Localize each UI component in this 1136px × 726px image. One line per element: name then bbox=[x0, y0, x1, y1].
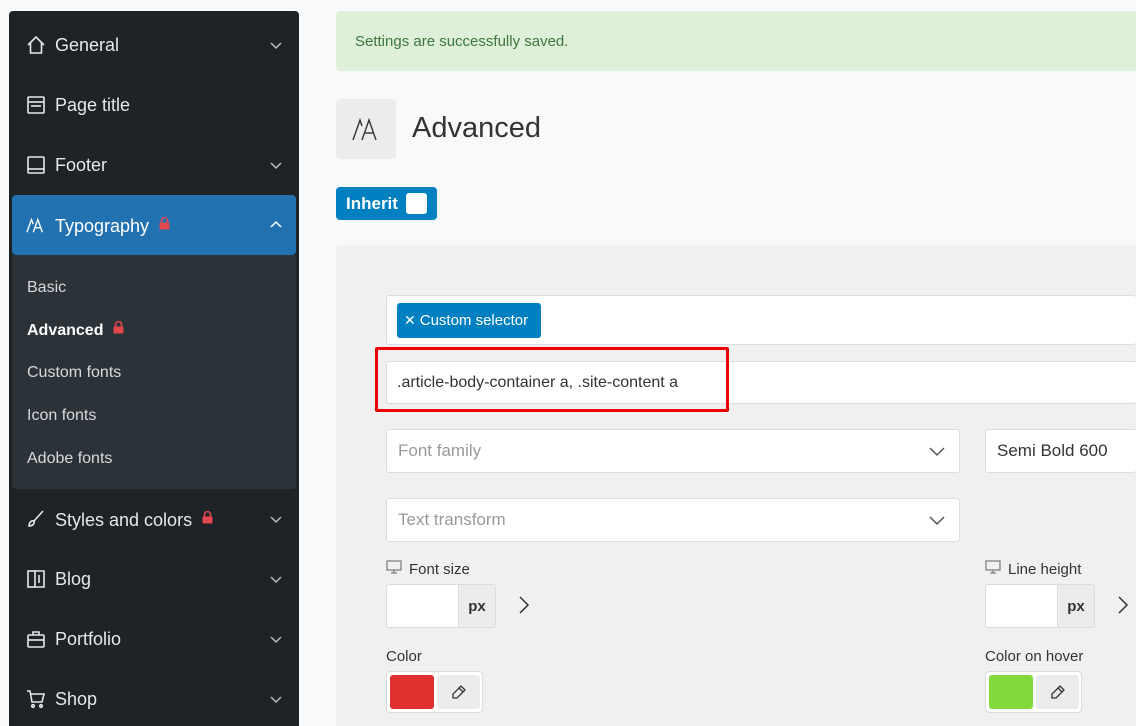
eyedropper-icon[interactable] bbox=[1036, 675, 1079, 709]
page-title-icon bbox=[26, 95, 46, 115]
text-transform-select[interactable]: Text transform bbox=[386, 498, 960, 542]
color-hover-label: Color on hover bbox=[985, 648, 1084, 665]
sidebar-item-general[interactable]: General bbox=[9, 15, 299, 75]
line-height-unit[interactable]: px bbox=[1058, 584, 1095, 628]
chevron-down-icon bbox=[929, 516, 945, 526]
custom-selector-input[interactable]: .article-body-container a, .site-content… bbox=[386, 361, 1136, 404]
font-weight-value: Semi Bold 600 bbox=[997, 441, 1108, 460]
monitor-icon bbox=[386, 560, 402, 578]
success-notice: Settings are successfully saved. bbox=[336, 11, 1136, 71]
chevron-down-icon bbox=[270, 576, 282, 584]
inherit-label: Inherit bbox=[346, 193, 398, 213]
sidebar-item-label: Blog bbox=[55, 568, 92, 589]
chevron-down-icon bbox=[270, 636, 282, 644]
selector-tags-field[interactable]: ✕ Custom selector bbox=[386, 295, 1136, 345]
lock-icon bbox=[159, 214, 170, 235]
chevron-down-icon bbox=[929, 447, 945, 457]
lock-icon bbox=[202, 508, 213, 529]
remove-tag-icon[interactable]: ✕ bbox=[404, 312, 416, 329]
sidebar-item-label: Footer bbox=[55, 154, 108, 175]
line-height-label-text: Line height bbox=[1008, 560, 1082, 578]
eyedropper-icon[interactable] bbox=[437, 675, 480, 709]
chevron-down-icon bbox=[270, 516, 282, 524]
font-family-select[interactable]: Font family bbox=[386, 429, 960, 473]
sidebar-item-label: Portfolio bbox=[55, 628, 122, 649]
chevron-right-icon[interactable] bbox=[1115, 595, 1131, 615]
color-hover-swatch[interactable] bbox=[989, 675, 1033, 709]
cart-icon bbox=[26, 689, 46, 709]
font-weight-select[interactable]: Semi Bold 600 bbox=[985, 429, 1136, 473]
chevron-down-icon bbox=[270, 162, 282, 170]
submenu-item-adobe-fonts[interactable]: Adobe fonts bbox=[27, 450, 112, 468]
line-height-input[interactable] bbox=[985, 584, 1058, 628]
sidebar-item-styles-and-colors[interactable]: Styles and colors bbox=[9, 489, 299, 549]
chevron-up-icon bbox=[270, 220, 282, 228]
chevron-right-icon[interactable] bbox=[516, 595, 532, 615]
typography-submenu: Basic Advanced Custom fonts Icon fonts A… bbox=[12, 255, 296, 489]
sidebar-item-portfolio[interactable]: Portfolio bbox=[9, 609, 299, 669]
sidebar-item-label: Page title bbox=[55, 94, 131, 115]
sidebar-item-typography[interactable]: Typography bbox=[12, 195, 296, 255]
sidebar-item-blog[interactable]: Blog bbox=[9, 549, 299, 609]
submenu-item-basic[interactable]: Basic bbox=[27, 279, 66, 297]
text-transform-placeholder: Text transform bbox=[398, 510, 506, 529]
sidebar-item-label: Shop bbox=[55, 688, 98, 709]
font-family-placeholder: Font family bbox=[398, 441, 482, 460]
typography-icon bbox=[336, 99, 396, 159]
chevron-down-icon bbox=[270, 42, 282, 50]
sidebar-item-label: General bbox=[55, 34, 120, 55]
brush-icon bbox=[26, 509, 46, 529]
line-height-label: Line height bbox=[985, 560, 1081, 578]
submenu-item-custom-fonts[interactable]: Custom fonts bbox=[27, 364, 121, 382]
font-size-unit[interactable]: px bbox=[459, 584, 496, 628]
font-size-label: Font size bbox=[386, 560, 470, 578]
inherit-checkbox[interactable] bbox=[406, 193, 427, 214]
chevron-down-icon bbox=[270, 696, 282, 704]
font-size-input[interactable] bbox=[386, 584, 459, 628]
custom-selector-tag[interactable]: ✕ Custom selector bbox=[397, 303, 542, 338]
inherit-toggle[interactable]: Inherit bbox=[336, 187, 437, 220]
color-picker bbox=[386, 671, 483, 713]
monitor-icon bbox=[985, 560, 1001, 578]
submenu-item-icon-fonts[interactable]: Icon fonts bbox=[27, 407, 96, 425]
color-label: Color bbox=[386, 648, 422, 665]
sidebar-item-shop[interactable]: Shop bbox=[9, 669, 299, 726]
color-hover-picker bbox=[985, 671, 1082, 713]
sidebar-item-footer[interactable]: Footer bbox=[9, 135, 299, 195]
sidebar-item-label: Typography bbox=[55, 215, 150, 236]
font-size-label-text: Font size bbox=[409, 560, 470, 578]
sidebar: General Page title Footer Typography Bas… bbox=[9, 11, 299, 726]
submenu-item-label: Advanced bbox=[27, 322, 104, 339]
blog-icon bbox=[26, 569, 46, 589]
home-icon bbox=[26, 35, 46, 55]
tag-label: Custom selector bbox=[419, 312, 529, 329]
typography-icon bbox=[26, 215, 46, 235]
sidebar-item-page-title[interactable]: Page title bbox=[9, 75, 299, 135]
submenu-item-advanced[interactable]: Advanced bbox=[27, 320, 124, 340]
page-title: Advanced bbox=[412, 112, 541, 144]
color-swatch[interactable] bbox=[390, 675, 434, 709]
lock-icon bbox=[113, 320, 124, 339]
briefcase-icon bbox=[26, 629, 46, 649]
footer-icon bbox=[26, 155, 46, 175]
sidebar-item-label: Styles and colors bbox=[55, 509, 193, 530]
